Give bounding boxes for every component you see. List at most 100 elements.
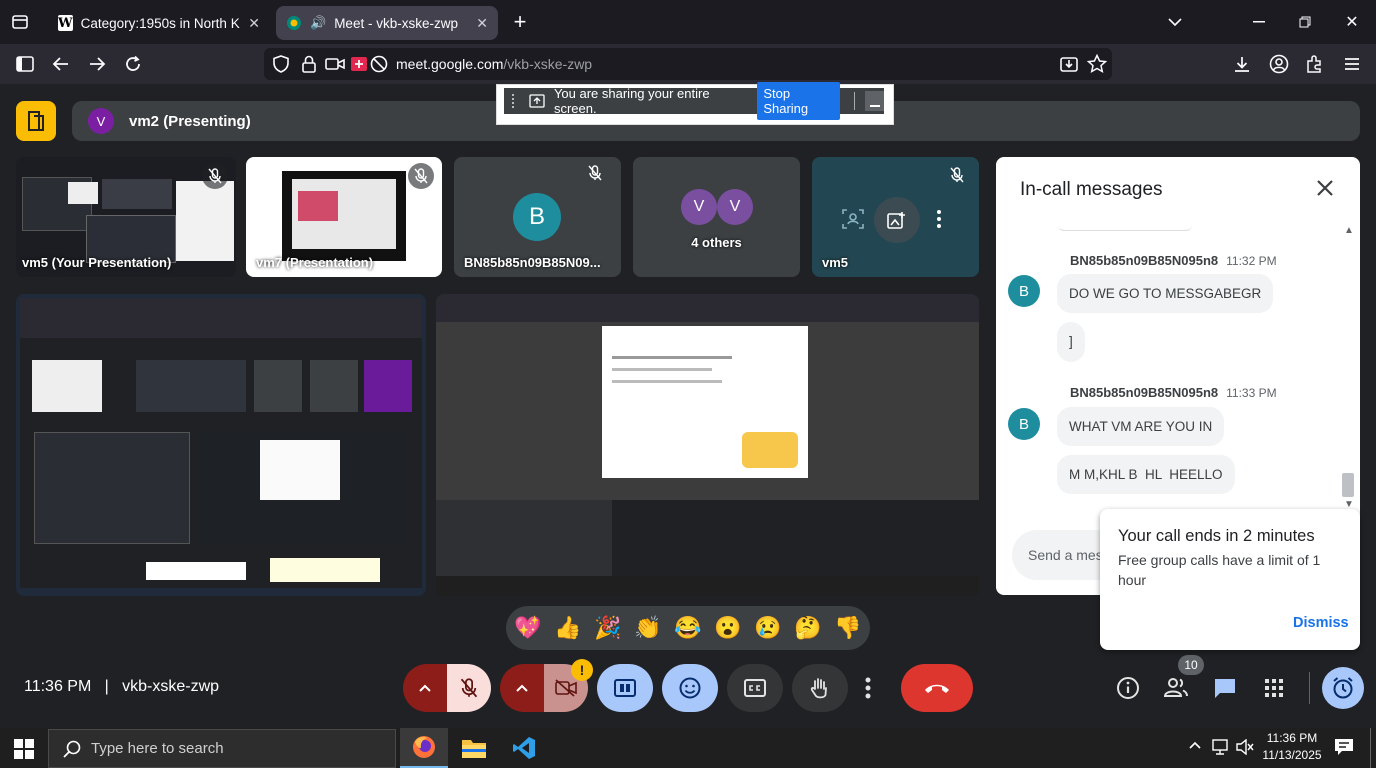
tab-list-chevron-icon[interactable] xyxy=(1164,11,1186,33)
tile-vm5-presentation[interactable]: vm5 (Your Presentation) xyxy=(16,157,236,277)
account-icon[interactable] xyxy=(1268,53,1290,75)
tab-overview-icon[interactable] xyxy=(9,11,31,33)
network-icon[interactable] xyxy=(1212,739,1232,755)
reload-icon[interactable] xyxy=(122,53,144,75)
new-tab-icon[interactable]: + xyxy=(509,9,531,34)
chat-active-icon[interactable] xyxy=(1213,677,1237,699)
camera-permission-icon[interactable] xyxy=(324,53,346,75)
tracking-shield-icon[interactable] xyxy=(270,53,292,75)
message-bubble[interactable]: WHAT VM ARE YOU IN xyxy=(1057,407,1225,446)
sidebar-toggle-icon[interactable] xyxy=(14,53,36,75)
tab-wikipedia[interactable]: W Category:1950s in North Korea ✕ xyxy=(48,6,270,40)
raise-hand-button[interactable] xyxy=(792,664,848,712)
tab-title: Category:1950s in North Korea xyxy=(80,15,241,31)
activities-grid-icon[interactable] xyxy=(1264,678,1284,698)
back-arrow-icon[interactable] xyxy=(50,53,72,75)
emoji-reactions-button[interactable] xyxy=(662,664,718,712)
reaction-clapping[interactable]: 👏 xyxy=(628,615,668,641)
captions-button[interactable] xyxy=(727,664,783,712)
reaction-sparkling-heart[interactable]: 💖 xyxy=(508,615,548,641)
message-bubble[interactable]: DO WE GO TO MESSGABEGR xyxy=(1057,274,1274,313)
presentation-tile-right[interactable] xyxy=(436,294,979,596)
hide-banner-icon[interactable] xyxy=(865,91,884,111)
screen-share-indicator-icon[interactable] xyxy=(348,53,370,75)
reaction-thumbs-down[interactable]: 👎 xyxy=(828,615,868,641)
url-bar[interactable]: meet.google.com/vkb-xske-zwp xyxy=(264,48,1112,80)
scroll-up-icon[interactable]: ▲ xyxy=(1344,225,1354,236)
chat-scrollbar-thumb[interactable] xyxy=(1342,473,1354,497)
mic-off-icon xyxy=(408,163,434,189)
present-screen-button[interactable] xyxy=(597,664,653,712)
lock-icon[interactable] xyxy=(298,53,320,75)
speaker-icon[interactable]: 🔊 xyxy=(310,15,326,31)
minimize-icon[interactable] xyxy=(1248,11,1270,33)
meeting-time: 11:36 PM xyxy=(24,678,92,695)
search-placeholder: Type here to search xyxy=(91,740,224,757)
forward-arrow-icon[interactable] xyxy=(86,53,108,75)
pin-tile-icon[interactable] xyxy=(874,197,920,243)
install-app-icon[interactable] xyxy=(1058,53,1080,75)
reaction-thinking[interactable]: 🤔 xyxy=(788,615,828,641)
stop-sharing-button[interactable]: Stop Sharing xyxy=(757,82,841,120)
tray-chevron-icon[interactable] xyxy=(1189,741,1201,749)
bookmark-star-icon[interactable] xyxy=(1086,53,1108,75)
tile-others[interactable]: V V 4 others xyxy=(633,157,800,277)
downloads-icon[interactable] xyxy=(1231,53,1253,75)
tile-participant-bn85[interactable]: B BN85b85n09B85N09... xyxy=(454,157,621,277)
firefox-taskbar-icon[interactable] xyxy=(400,728,448,768)
nested-thumbnail xyxy=(32,360,102,412)
reaction-surprised[interactable]: 😮 xyxy=(708,615,748,641)
tile-vm7-presentation[interactable]: vm7 (Presentation) xyxy=(246,157,442,277)
presentation-tile-left[interactable] xyxy=(16,294,426,596)
camera-warning-badge: ! xyxy=(571,659,593,681)
meeting-separator: | xyxy=(104,678,109,695)
reaction-party-popper[interactable]: 🎉 xyxy=(588,615,628,641)
more-options-icon[interactable] xyxy=(936,209,942,229)
taskbar-search-box[interactable]: Type here to search xyxy=(48,729,396,768)
tab-close-icon[interactable]: ✕ xyxy=(248,15,260,32)
vscode-taskbar-icon[interactable] xyxy=(500,728,548,768)
windows-start-icon[interactable] xyxy=(14,739,34,759)
participant-avatar: B xyxy=(513,193,561,241)
camera-options-chevron-icon[interactable] xyxy=(500,664,544,712)
message-bubble[interactable]: ] xyxy=(1057,322,1085,362)
message-bubble[interactable]: M M,KHL B HL HEELLO xyxy=(1057,455,1235,494)
volume-muted-icon[interactable] xyxy=(1236,739,1254,755)
message-sender: BN85b85n09B85N095n8 xyxy=(1070,253,1219,268)
frame-person-icon[interactable] xyxy=(842,209,864,229)
notifications-icon[interactable] xyxy=(1334,738,1354,756)
leave-call-button[interactable] xyxy=(901,664,973,712)
tab-meet[interactable]: 🔊 Meet - vkb-xske-zwp ✕ xyxy=(276,6,498,40)
taskbar-clock[interactable]: 11:36 PM 11/13/2025 xyxy=(1256,730,1328,764)
reaction-thumbs-up[interactable]: 👍 xyxy=(548,615,588,641)
people-icon[interactable] xyxy=(1163,676,1189,698)
nested-thumbnail xyxy=(254,360,302,412)
tile-name: vm7 (Presentation) xyxy=(256,255,374,270)
extensions-icon[interactable] xyxy=(1304,53,1326,75)
drag-handle-icon[interactable] xyxy=(512,94,515,108)
message-time: 11:33 PM xyxy=(1226,386,1277,400)
file-explorer-taskbar-icon[interactable] xyxy=(450,728,498,768)
close-chat-icon[interactable] xyxy=(1316,179,1334,197)
thumbnail-window xyxy=(102,179,172,209)
menu-hamburger-icon[interactable] xyxy=(1341,53,1363,75)
nested-tooltip xyxy=(270,558,380,582)
meeting-details-icon[interactable] xyxy=(1116,676,1140,700)
participant-avatar: V xyxy=(681,189,717,225)
tab-close-icon[interactable]: ✕ xyxy=(476,15,488,32)
more-options-icon[interactable] xyxy=(864,676,872,700)
dismiss-button[interactable]: Dismiss xyxy=(1293,615,1349,631)
mic-blocked-icon[interactable] xyxy=(368,53,390,75)
thumbnail-window xyxy=(68,182,98,204)
mic-options-chevron-icon[interactable] xyxy=(403,664,447,712)
reaction-crying[interactable]: 😢 xyxy=(748,615,788,641)
url-path: /vkb-xske-zwp xyxy=(503,56,593,72)
show-desktop-button[interactable] xyxy=(1370,728,1376,768)
nested-browser-bar xyxy=(20,298,422,338)
restore-icon[interactable] xyxy=(1294,11,1316,33)
close-window-icon[interactable]: ✕ xyxy=(1341,11,1363,33)
timer-alarm-icon[interactable] xyxy=(1322,667,1364,709)
reaction-laughing[interactable]: 😂 xyxy=(668,615,708,641)
tile-vm5[interactable]: vm5 xyxy=(812,157,979,277)
activities-icon[interactable] xyxy=(16,101,56,141)
